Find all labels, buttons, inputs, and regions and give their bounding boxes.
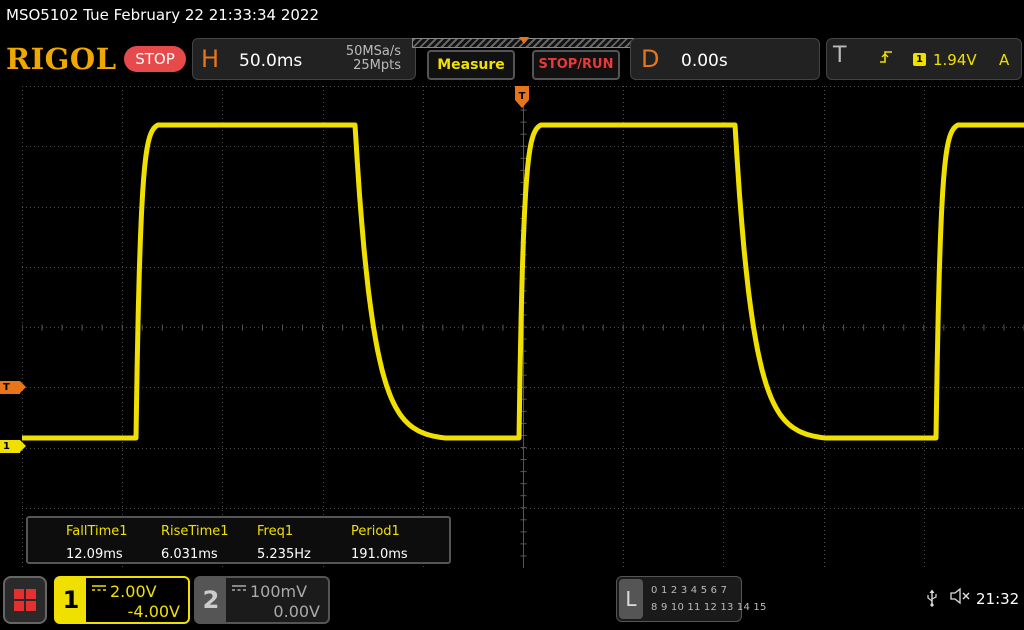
digital-channels-row2: 8 9 10 11 12 13 14 15 [651, 602, 767, 613]
menu-grid-icon [14, 589, 36, 611]
measurement-fall-time: FallTime1 12.09ms [66, 524, 128, 562]
run-status-badge[interactable]: STOP [124, 46, 186, 72]
trigger-panel[interactable]: T 1 1.94V A [826, 38, 1022, 80]
rigol-logo: RIGOL [6, 42, 117, 76]
trigger-level-marker[interactable]: T [0, 381, 26, 394]
system-clock: 21:32 [976, 590, 1020, 608]
trigger-letter: T [833, 43, 847, 68]
horizontal-letter: H [201, 45, 220, 73]
usb-icon[interactable] [926, 589, 938, 611]
delay-value: 0.00s [681, 51, 728, 71]
measurement-rise-time: RiseTime1 6.031ms [161, 524, 229, 562]
trigger-position-marker [519, 37, 529, 44]
channel1-offset: -4.00V [127, 602, 180, 621]
channel1-number: 1 [56, 578, 86, 622]
memory-depth: 25Mpts [353, 58, 401, 73]
logic-analyzer-letter: L [619, 579, 643, 619]
waveform-display[interactable] [22, 86, 1024, 568]
channel1-offset-marker[interactable]: 1 [0, 440, 26, 453]
sample-rate: 50MSa/s [345, 44, 401, 59]
delay-letter: D [641, 45, 660, 73]
speaker-mute-icon[interactable] [950, 587, 972, 610]
dc-coupling-icon [232, 584, 246, 595]
dc-coupling-icon [92, 584, 106, 595]
digital-channels-row1: 0 1 2 3 4 5 6 7 [651, 585, 728, 596]
channel2-scale: 100mV [250, 582, 308, 601]
measurement-period: Period1 191.0ms [351, 524, 408, 562]
trigger-position-t-marker[interactable]: T [515, 86, 529, 108]
horizontal-panel[interactable]: H 50.0ms 50MSa/s 25Mpts [192, 38, 416, 80]
bottom-toolbar: 1 2.00V -4.00V 2 100mV 0.00V [0, 572, 1024, 630]
measurement-frequency: Freq1 5.235Hz [257, 524, 311, 562]
stop-run-button[interactable]: STOP/RUN [532, 50, 620, 80]
top-toolbar: RIGOL STOP H 50.0ms 50MSa/s 25Mpts Measu… [0, 34, 1024, 84]
rising-edge-icon [879, 49, 893, 69]
timebase-value: 50.0ms [239, 51, 303, 71]
trigger-source-badge: 1 [913, 53, 926, 66]
measurement-results-box[interactable]: FallTime1 12.09ms RiseTime1 6.031ms Freq… [26, 516, 451, 564]
channel2-panel[interactable]: 2 100mV 0.00V [194, 576, 330, 624]
title-bar: MSO5102 Tue February 22 21:33:34 2022 [0, 0, 1024, 34]
main-menu-button[interactable] [3, 576, 47, 624]
svg-text:T: T [519, 91, 526, 102]
channel1-panel[interactable]: 1 2.00V -4.00V [54, 576, 190, 624]
measure-button[interactable]: Measure [427, 50, 515, 80]
channel2-number: 2 [196, 578, 226, 622]
channel2-offset: 0.00V [273, 602, 320, 621]
channel1-scale: 2.00V [110, 582, 157, 601]
delay-panel[interactable]: D 0.00s [630, 38, 820, 80]
graticule-and-trace [22, 86, 1024, 568]
device-datetime: MSO5102 Tue February 22 21:33:34 2022 [6, 6, 320, 24]
trigger-mode: A [999, 51, 1010, 69]
logic-analyzer-panel[interactable]: L 0 1 2 3 4 5 6 7 8 9 10 11 12 13 14 15 [616, 576, 766, 622]
trigger-level: 1.94V [933, 51, 977, 69]
memory-position-strip[interactable] [412, 37, 634, 48]
